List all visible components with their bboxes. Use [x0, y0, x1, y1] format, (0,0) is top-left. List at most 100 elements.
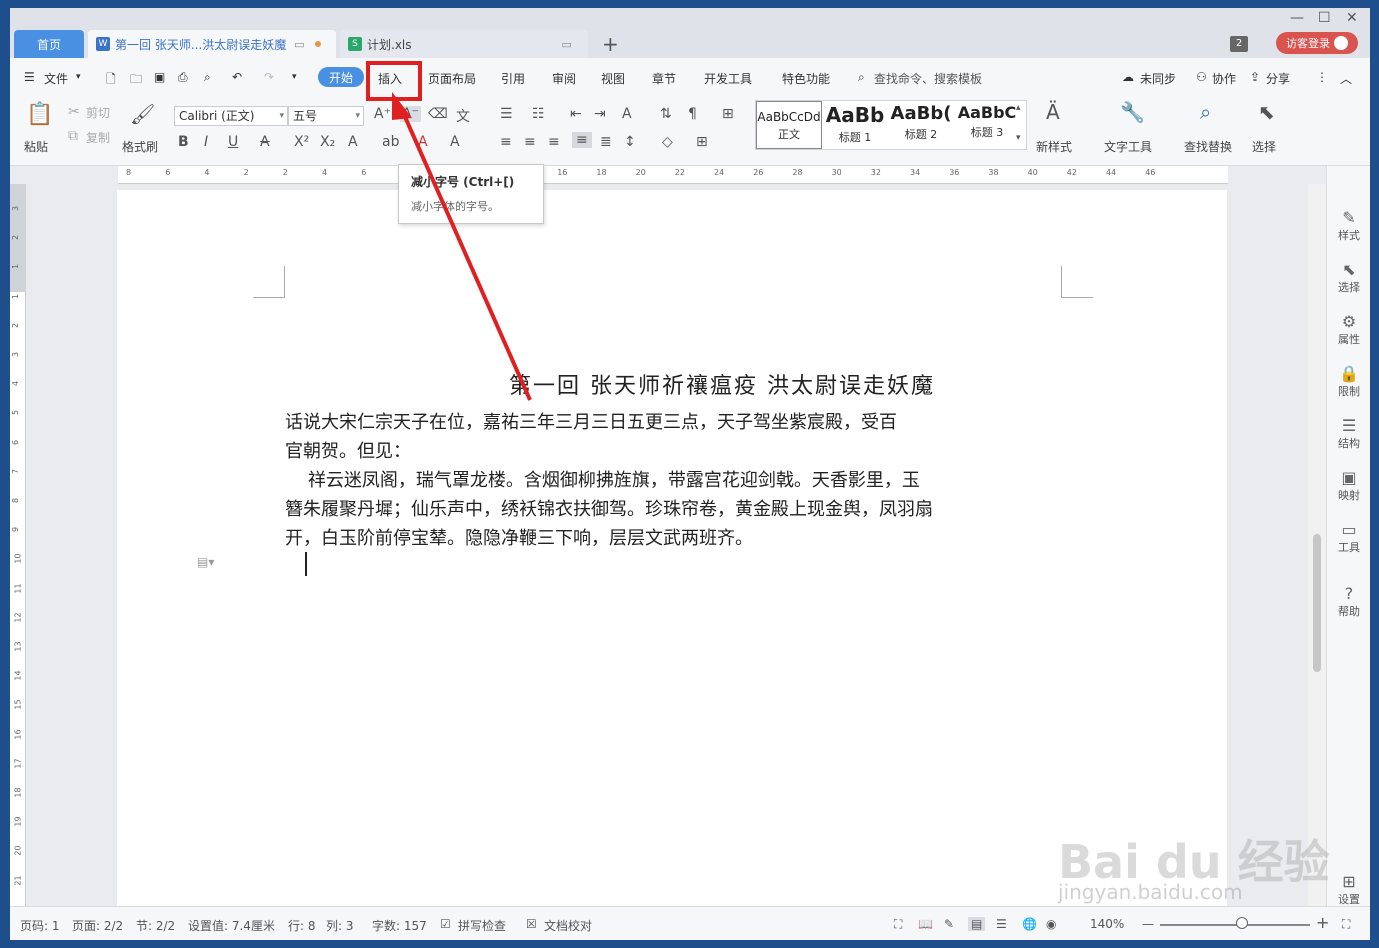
- print-icon[interactable]: ⎙: [178, 70, 188, 85]
- undo-icon[interactable]: ↶: [232, 70, 242, 84]
- char-shading-icon[interactable]: A: [450, 134, 460, 150]
- increase-indent-icon[interactable]: ⇥: [594, 106, 606, 122]
- tab-start[interactable]: 开始: [318, 67, 364, 87]
- tab-document[interactable]: W 第一回 张天师...洪太尉误走妖魔 ▭: [88, 30, 336, 58]
- phonetic-guide-icon[interactable]: 文: [456, 106, 470, 126]
- chevron-down-icon[interactable]: ▾: [76, 72, 81, 82]
- cursor-icon[interactable]: ⬉: [1258, 100, 1275, 124]
- style-scroll-up-icon[interactable]: ▴: [1016, 103, 1021, 113]
- paragraph-line[interactable]: 开，白玉阶前停宝辇。隐隐净鞭三下响，层层文武两班齐。: [285, 524, 997, 553]
- panel-structure[interactable]: ☰ 结构: [1327, 416, 1370, 451]
- minimize-icon[interactable]: —: [1290, 10, 1304, 26]
- status-column[interactable]: 列: 3: [326, 917, 354, 934]
- proofread-button[interactable]: 文档校对: [544, 917, 592, 934]
- guest-login-button[interactable]: 访客登录: [1276, 32, 1358, 54]
- share-icon[interactable]: ⇪: [1250, 70, 1260, 84]
- tab-developer[interactable]: 开发工具: [704, 70, 752, 87]
- cut-button[interactable]: 剪切: [86, 104, 110, 121]
- collapse-ribbon-icon[interactable]: ︿: [1340, 70, 1352, 87]
- panel-style[interactable]: ✎ 样式: [1327, 208, 1370, 243]
- italic-icon[interactable]: I: [204, 134, 208, 150]
- zoom-out-icon[interactable]: —: [1142, 917, 1154, 931]
- fit-window-icon[interactable]: ⛶: [1342, 917, 1350, 932]
- monitor-icon[interactable]: ▭: [294, 38, 304, 51]
- zoom-slider-knob[interactable]: [1236, 917, 1248, 929]
- redo-icon[interactable]: ↷: [264, 70, 274, 84]
- horizontal-ruler[interactable]: 8642246810121416182022242628303234363840…: [10, 166, 1308, 184]
- outline-view-icon[interactable]: ☰: [996, 917, 1007, 931]
- increase-font-icon[interactable]: A⁺: [374, 106, 391, 122]
- clear-format-icon[interactable]: ⌫: [428, 106, 448, 122]
- eye-protect-icon[interactable]: ◉: [1046, 917, 1056, 931]
- share-button[interactable]: 分享: [1266, 70, 1290, 87]
- decrease-font-icon[interactable]: A⁻: [400, 106, 421, 122]
- find-replace-button[interactable]: 查找替换: [1184, 138, 1232, 155]
- bullet-list-icon[interactable]: ☰: [500, 106, 513, 122]
- proofread-icon[interactable]: ☒: [526, 917, 537, 931]
- vertical-scrollbar[interactable]: [1308, 184, 1326, 906]
- superscript-icon[interactable]: X²: [294, 134, 309, 150]
- panel-tools[interactable]: ▭ 工具: [1327, 520, 1370, 555]
- paste-icon[interactable]: 📋: [26, 102, 53, 127]
- font-family-select[interactable]: Calibri (正文): [174, 106, 288, 126]
- shading-icon[interactable]: ◇: [662, 134, 673, 150]
- font-color-icon[interactable]: A: [418, 134, 428, 150]
- text-direction-icon[interactable]: A: [622, 106, 632, 122]
- format-painter-icon[interactable]: 🖌: [130, 102, 155, 126]
- tab-home[interactable]: 首页: [14, 30, 84, 58]
- paragraph-icon[interactable]: ¶: [688, 106, 697, 122]
- paragraph-line[interactable]: 簪朱履聚丹墀；仙乐声中，绣袄锦衣扶御驾。珍珠帘卷，黄金殿上现金舆，凤羽扇: [285, 495, 997, 524]
- copy-icon[interactable]: ⧉: [68, 128, 78, 144]
- panel-properties[interactable]: ⚙ 属性: [1327, 312, 1370, 347]
- magnifier-icon[interactable]: ⌕: [1200, 100, 1211, 124]
- new-style-button[interactable]: 新样式: [1036, 138, 1072, 155]
- document-area[interactable]: 第一回 张天师祈禳瘟疫 洪太尉误走妖魔 话说大宋仁宗天子在位，嘉祐三年三月三日五…: [26, 184, 1308, 906]
- style-expand-icon[interactable]: ▾: [1016, 133, 1021, 143]
- align-center-icon[interactable]: ≡: [524, 134, 536, 150]
- status-word-count[interactable]: 字数: 157: [372, 917, 427, 934]
- border-icon[interactable]: ⊞: [696, 134, 708, 150]
- style-normal[interactable]: AaBbCcDd 正文: [756, 101, 822, 149]
- scroll-thumb[interactable]: [1313, 534, 1321, 672]
- style-heading-3[interactable]: AaBbC 标题 3: [954, 101, 1020, 149]
- command-search[interactable]: 查找命令、搜索模板: [874, 70, 982, 87]
- tab-chapter[interactable]: 章节: [652, 70, 676, 87]
- status-setting[interactable]: 设置值: 7.4厘米: [188, 917, 275, 934]
- monitor-icon[interactable]: ▭: [562, 38, 572, 51]
- tab-review[interactable]: 审阅: [552, 70, 576, 87]
- collaborate-icon[interactable]: ⚇: [1196, 70, 1207, 84]
- collaborate-button[interactable]: 协作: [1212, 70, 1236, 87]
- numbered-list-icon[interactable]: ☷: [532, 106, 545, 122]
- wrench-icon[interactable]: 🔧: [1120, 100, 1145, 124]
- panel-help[interactable]: ? 帮助: [1327, 584, 1370, 619]
- web-view-icon[interactable]: 🌐: [1022, 917, 1037, 931]
- panel-select[interactable]: ⬉ 选择: [1327, 260, 1370, 295]
- document-heading[interactable]: 第一回 张天师祈禳瘟疫 洪太尉误走妖魔: [417, 368, 1027, 400]
- page-view-icon[interactable]: ▤: [968, 917, 986, 931]
- paragraph-line[interactable]: 官朝贺。但见：: [285, 437, 997, 466]
- format-painter-button[interactable]: 格式刷: [122, 138, 158, 155]
- new-doc-icon[interactable]: 🗋: [106, 70, 116, 91]
- zoom-level[interactable]: 140%: [1090, 917, 1124, 931]
- hamburger-icon[interactable]: ☰: [24, 70, 35, 84]
- table-icon[interactable]: ⊞: [722, 106, 734, 122]
- paragraph-line[interactable]: 话说大宋仁宗天子在位，嘉祐三年三月三日五更三点，天子驾坐紫宸殿，受百: [285, 408, 997, 437]
- status-pages[interactable]: 页面: 2/2: [72, 917, 123, 934]
- paste-button[interactable]: 粘贴: [24, 138, 48, 155]
- tab-spreadsheet[interactable]: S 计划.xls ▭: [340, 30, 588, 58]
- more-icon[interactable]: ⋮: [1316, 70, 1328, 84]
- strikethrough-icon[interactable]: A: [260, 134, 270, 150]
- status-page-number[interactable]: 页码: 1: [20, 917, 60, 934]
- copy-button[interactable]: 复制: [86, 129, 110, 146]
- window-count-badge[interactable]: 2: [1230, 36, 1248, 52]
- status-section[interactable]: 节: 2/2: [136, 917, 175, 934]
- justify-icon[interactable]: ≡: [572, 132, 592, 148]
- write-mode-icon[interactable]: ✎: [944, 917, 954, 931]
- open-folder-icon[interactable]: 🗀: [130, 70, 142, 91]
- sync-status[interactable]: 未同步: [1140, 70, 1176, 87]
- select-button[interactable]: 选择: [1252, 138, 1276, 155]
- subscript-icon[interactable]: X₂: [320, 134, 335, 150]
- new-tab-button[interactable]: +: [602, 32, 619, 56]
- align-left-icon[interactable]: ≡: [500, 134, 512, 150]
- text-effect-icon[interactable]: A: [348, 134, 358, 150]
